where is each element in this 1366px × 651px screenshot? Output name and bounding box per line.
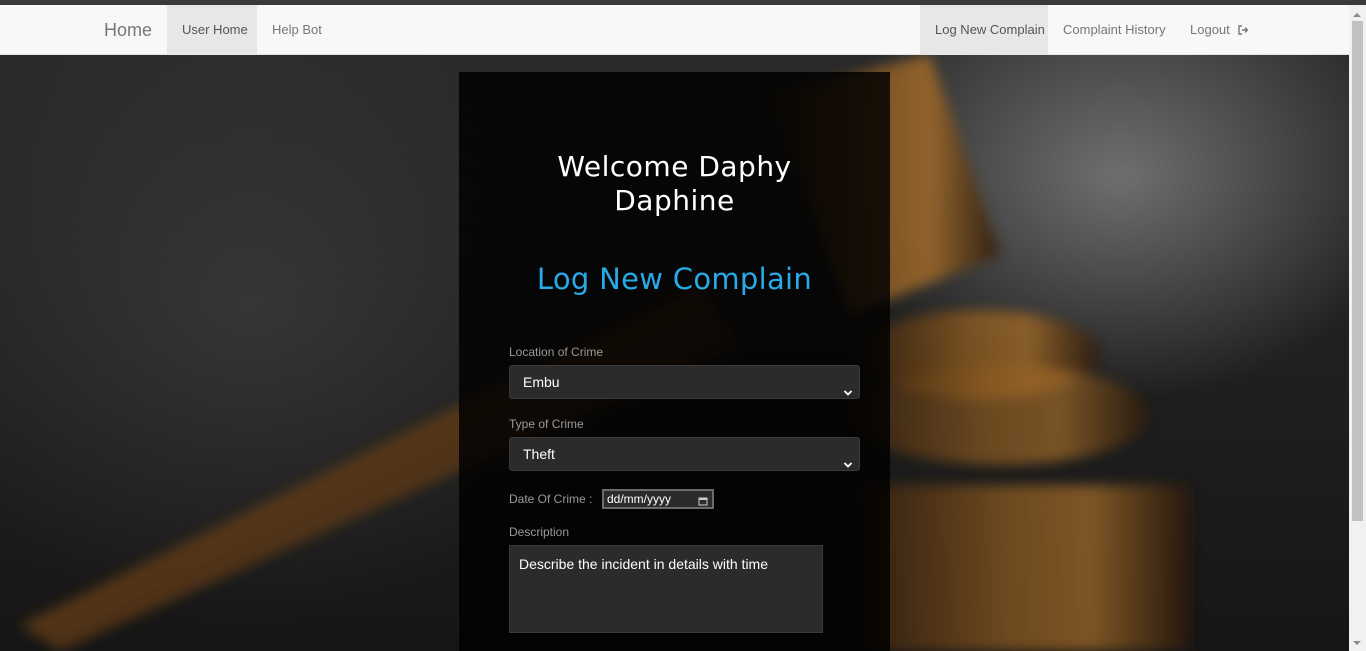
crime-type-select-value: Theft — [523, 446, 555, 462]
chevron-down-icon — [843, 377, 853, 409]
date-placeholder: dd/mm/yyyy — [607, 492, 672, 506]
welcome-heading: Welcome Daphy Daphine — [0, 150, 1349, 218]
location-select-value: Embu — [523, 374, 560, 390]
location-select[interactable]: Embu — [509, 365, 860, 399]
nav-logout[interactable]: Logout — [1175, 5, 1264, 55]
navbar: Home User Home Help Bot Log New Complain… — [0, 5, 1349, 55]
nav-help-bot[interactable]: Help Bot — [257, 5, 337, 55]
crime-type-label: Type of Crime — [509, 417, 584, 431]
crime-type-select[interactable]: Theft — [509, 437, 860, 471]
page-scrollbar[interactable] — [1349, 5, 1366, 651]
scrollbar-thumb[interactable] — [1352, 21, 1363, 521]
logout-label: Logout — [1190, 22, 1230, 37]
welcome-line-2: Daphine — [614, 184, 735, 217]
nav-complaint-history[interactable]: Complaint History — [1048, 5, 1181, 55]
location-label: Location of Crime — [509, 345, 604, 359]
date-input[interactable]: dd/mm/yyyy — [602, 489, 714, 509]
description-placeholder: Describe the incident in details with ti… — [519, 556, 769, 572]
scroll-down-arrow-icon[interactable] — [1353, 641, 1361, 645]
scroll-up-arrow-icon[interactable] — [1353, 13, 1361, 17]
description-label: Description — [509, 525, 570, 539]
nav-user-home[interactable]: User Home — [167, 5, 257, 55]
calendar-icon[interactable] — [698, 494, 708, 510]
description-textarea[interactable]: Describe the incident in details with ti… — [509, 545, 823, 633]
form-title: Log New Complain — [536, 262, 813, 296]
date-label: Date Of Crime : — [509, 492, 593, 506]
welcome-line-1: Welcome Daphy — [557, 150, 792, 183]
chevron-down-icon — [843, 449, 853, 481]
logout-icon — [1238, 6, 1249, 56]
nav-log-new-complain[interactable]: Log New Complain — [920, 5, 1048, 55]
nav-brand-home[interactable]: Home — [89, 5, 167, 55]
